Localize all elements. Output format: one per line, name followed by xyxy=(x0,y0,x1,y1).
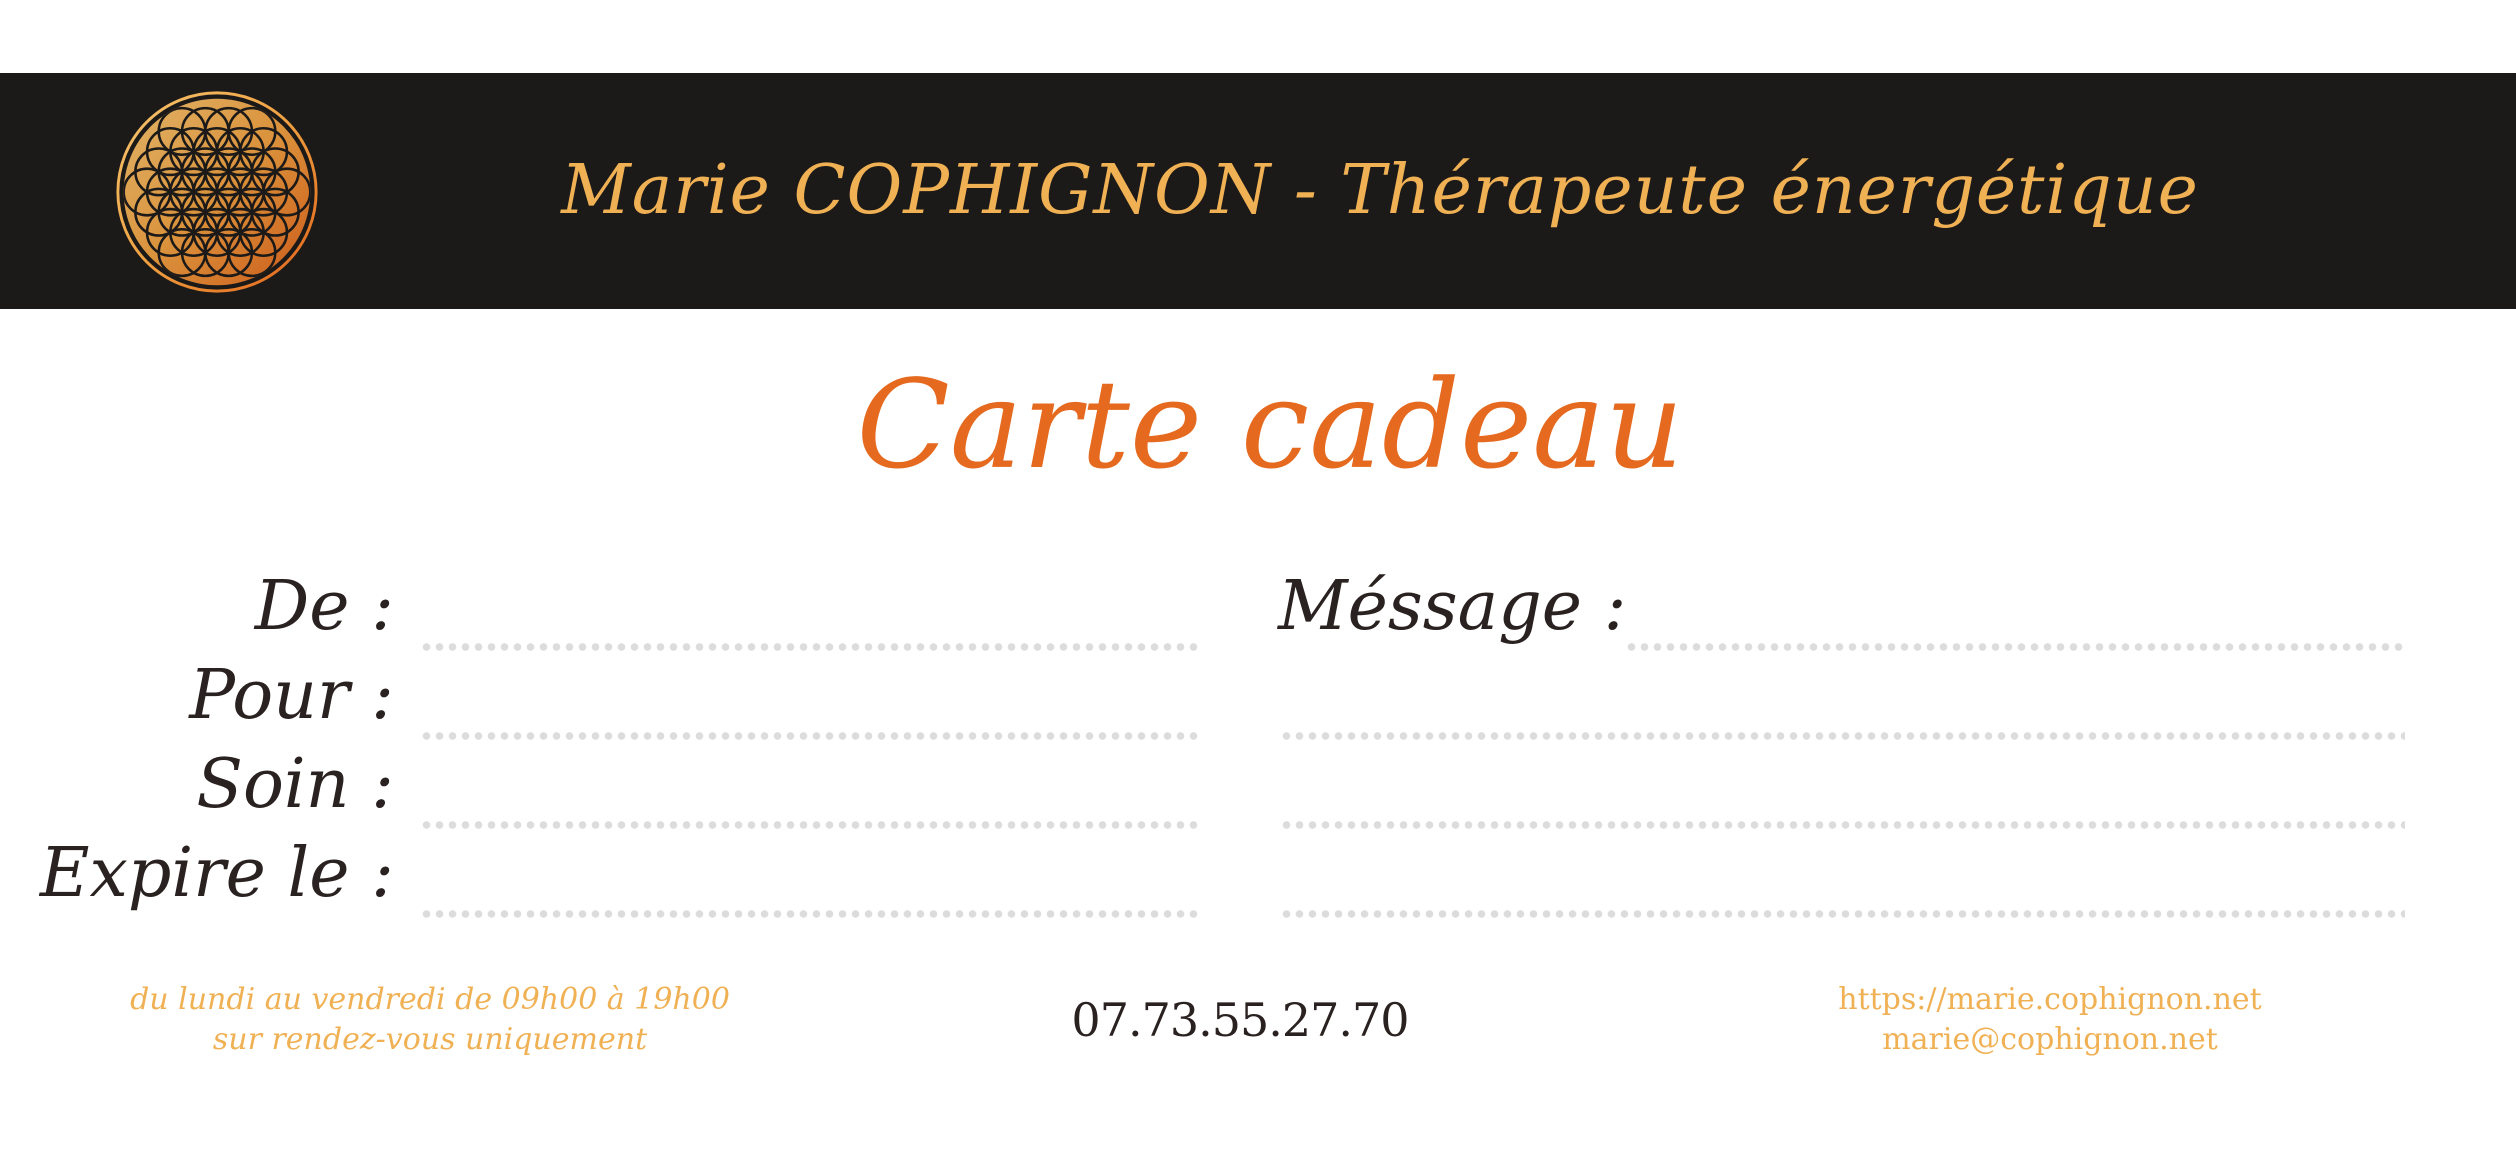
flower-of-life-icon xyxy=(116,91,318,293)
appointment-note: sur rendez-vous uniquement xyxy=(212,1022,648,1057)
from-field[interactable] xyxy=(420,642,1200,652)
message-field-line-2[interactable] xyxy=(1280,731,2405,741)
practitioner-title: Marie COPHIGNON - Thérapeute énergétique xyxy=(561,151,2199,230)
gift-card-title: Carte cadeau xyxy=(856,354,1684,496)
opening-hours-line: du lundi au vendredi de 09h00 à 19h00 xyxy=(130,982,730,1017)
website-link[interactable]: https://marie.cophignon.net xyxy=(1750,980,2350,1020)
message-field-line-1[interactable] xyxy=(1625,642,2405,652)
email-link[interactable]: marie@cophignon.net xyxy=(1750,1020,2350,1060)
phone-number: 07.73.55.27.70 xyxy=(1071,993,1409,1047)
treatment-label: Soin : xyxy=(196,745,394,824)
to-label: Pour : xyxy=(189,656,394,735)
expires-field[interactable] xyxy=(420,909,1200,919)
message-label: Méssage : xyxy=(1278,567,1627,646)
contact-info: https://marie.cophignon.net marie@cophig… xyxy=(1750,980,2350,1060)
from-label: De : xyxy=(254,567,394,646)
to-field[interactable] xyxy=(420,731,1200,741)
opening-hours: du lundi au vendredi de 09h00 à 19h00 su… xyxy=(100,980,760,1060)
message-field-line-4[interactable] xyxy=(1280,909,2405,919)
expires-label: Expire le : xyxy=(39,834,394,913)
message-field-line-3[interactable] xyxy=(1280,820,2405,830)
treatment-field[interactable] xyxy=(420,820,1200,830)
